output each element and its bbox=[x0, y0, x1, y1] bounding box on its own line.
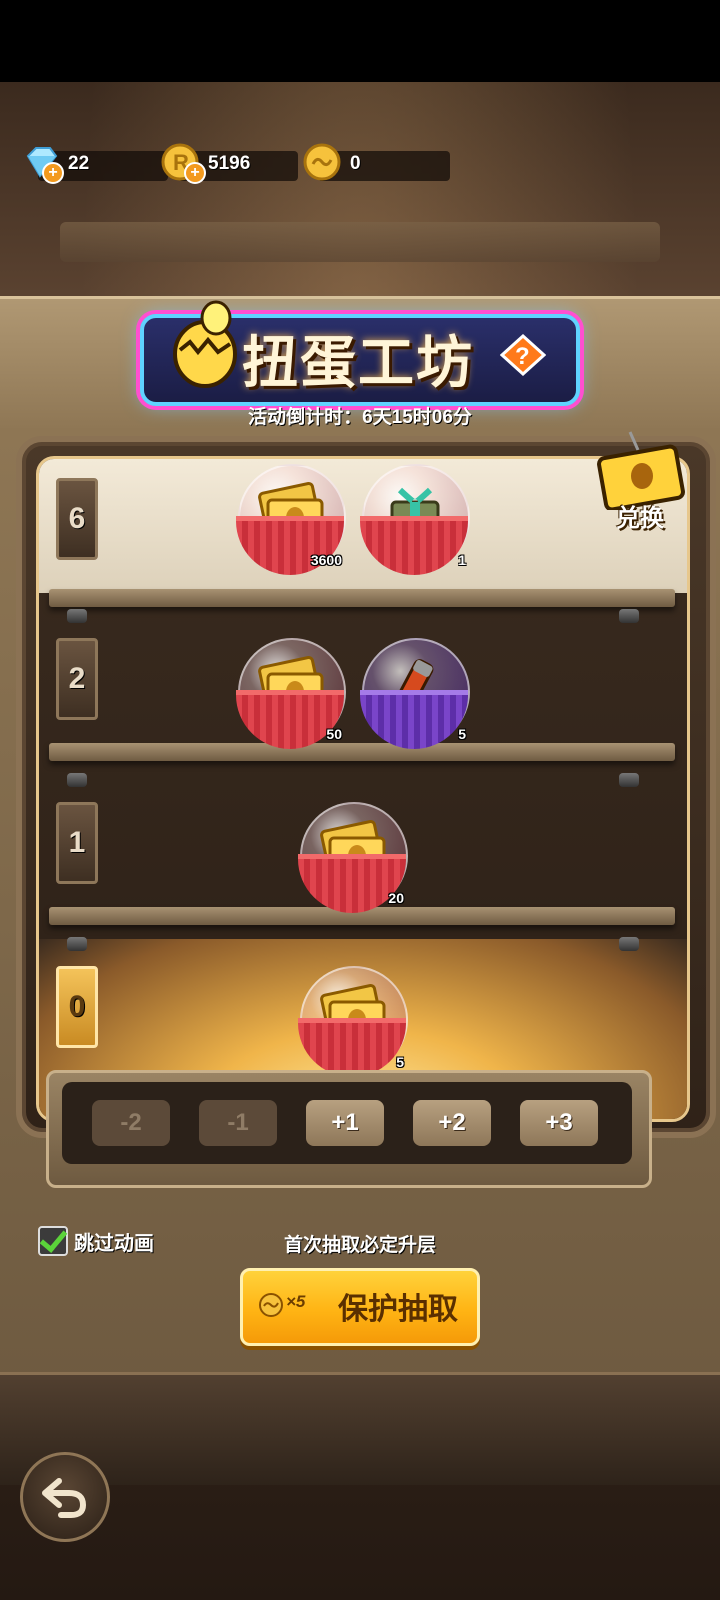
prize-capsule-current[interactable]: 5 bbox=[298, 966, 408, 1077]
r-coin-count: 5196 bbox=[208, 153, 251, 174]
prize-quantity: 20 bbox=[388, 890, 404, 906]
broken-egg-icon bbox=[173, 300, 237, 388]
svg-text:?: ? bbox=[515, 343, 530, 370]
shelf-lamp bbox=[619, 773, 639, 787]
prize-quantity: 1 bbox=[458, 552, 466, 568]
step-plus-1-button[interactable]: +1 bbox=[306, 1100, 384, 1146]
step-minus-2-button[interactable]: -2 bbox=[92, 1100, 170, 1146]
prize-capsule[interactable]: 50 bbox=[236, 638, 346, 749]
draw-cost: ×5 bbox=[286, 1292, 306, 1311]
diamond-count: 22 bbox=[68, 153, 90, 174]
floor-label-1: 1 bbox=[56, 802, 98, 884]
back-button[interactable] bbox=[20, 1452, 110, 1542]
gacha-coin-count: 0 bbox=[350, 153, 361, 174]
shelf-lamp bbox=[619, 609, 639, 623]
exchange-button[interactable]: 兑换 bbox=[616, 498, 664, 533]
back-arrow-icon bbox=[42, 1478, 87, 1518]
shelf-lamp bbox=[67, 609, 87, 623]
step-plus-2-button[interactable]: +2 bbox=[413, 1100, 491, 1146]
gacha-coin-icon bbox=[303, 143, 341, 181]
help-icon[interactable]: ? bbox=[500, 334, 546, 376]
prize-quantity: 3600 bbox=[310, 552, 342, 568]
add-r-coin-button[interactable]: + bbox=[184, 162, 206, 184]
prize-capsule[interactable]: 20 bbox=[298, 802, 408, 913]
shelf-lamp bbox=[67, 937, 87, 951]
shelf-plank bbox=[49, 589, 675, 607]
floor-label-0-current: 0 bbox=[56, 966, 98, 1048]
gacha-coin-icon bbox=[259, 1293, 283, 1317]
shelf-lamp bbox=[67, 773, 87, 787]
capsule-bowl bbox=[360, 516, 468, 575]
prize-quantity: 5 bbox=[458, 726, 466, 742]
floor-label-2: 2 bbox=[56, 638, 98, 720]
prize-quantity: 5 bbox=[396, 1054, 404, 1070]
shelf-lamp bbox=[619, 937, 639, 951]
step-minus-1-button[interactable]: -1 bbox=[199, 1100, 277, 1146]
floor-label-6: 6 bbox=[56, 478, 98, 560]
capsule-bowl bbox=[298, 1018, 406, 1077]
prize-capsule[interactable]: 3600 bbox=[236, 464, 346, 575]
guarantee-text: 首次抽取必定升层 bbox=[283, 1235, 436, 1256]
prize-capsule[interactable]: ? 1 bbox=[360, 464, 470, 575]
step-plus-3-button[interactable]: +3 bbox=[520, 1100, 598, 1146]
capsule-bowl bbox=[360, 690, 468, 749]
event-countdown: 活动倒计时：6天15时06分 bbox=[248, 407, 472, 428]
draw-button-label: 保护抽取 bbox=[338, 1293, 458, 1326]
machine-base bbox=[0, 1372, 720, 1485]
page-title: 扭蛋工坊 bbox=[242, 331, 474, 394]
add-diamond-button[interactable]: + bbox=[42, 162, 64, 184]
prize-capsule[interactable]: 5 bbox=[360, 638, 470, 749]
prize-quantity: 50 bbox=[326, 726, 342, 742]
